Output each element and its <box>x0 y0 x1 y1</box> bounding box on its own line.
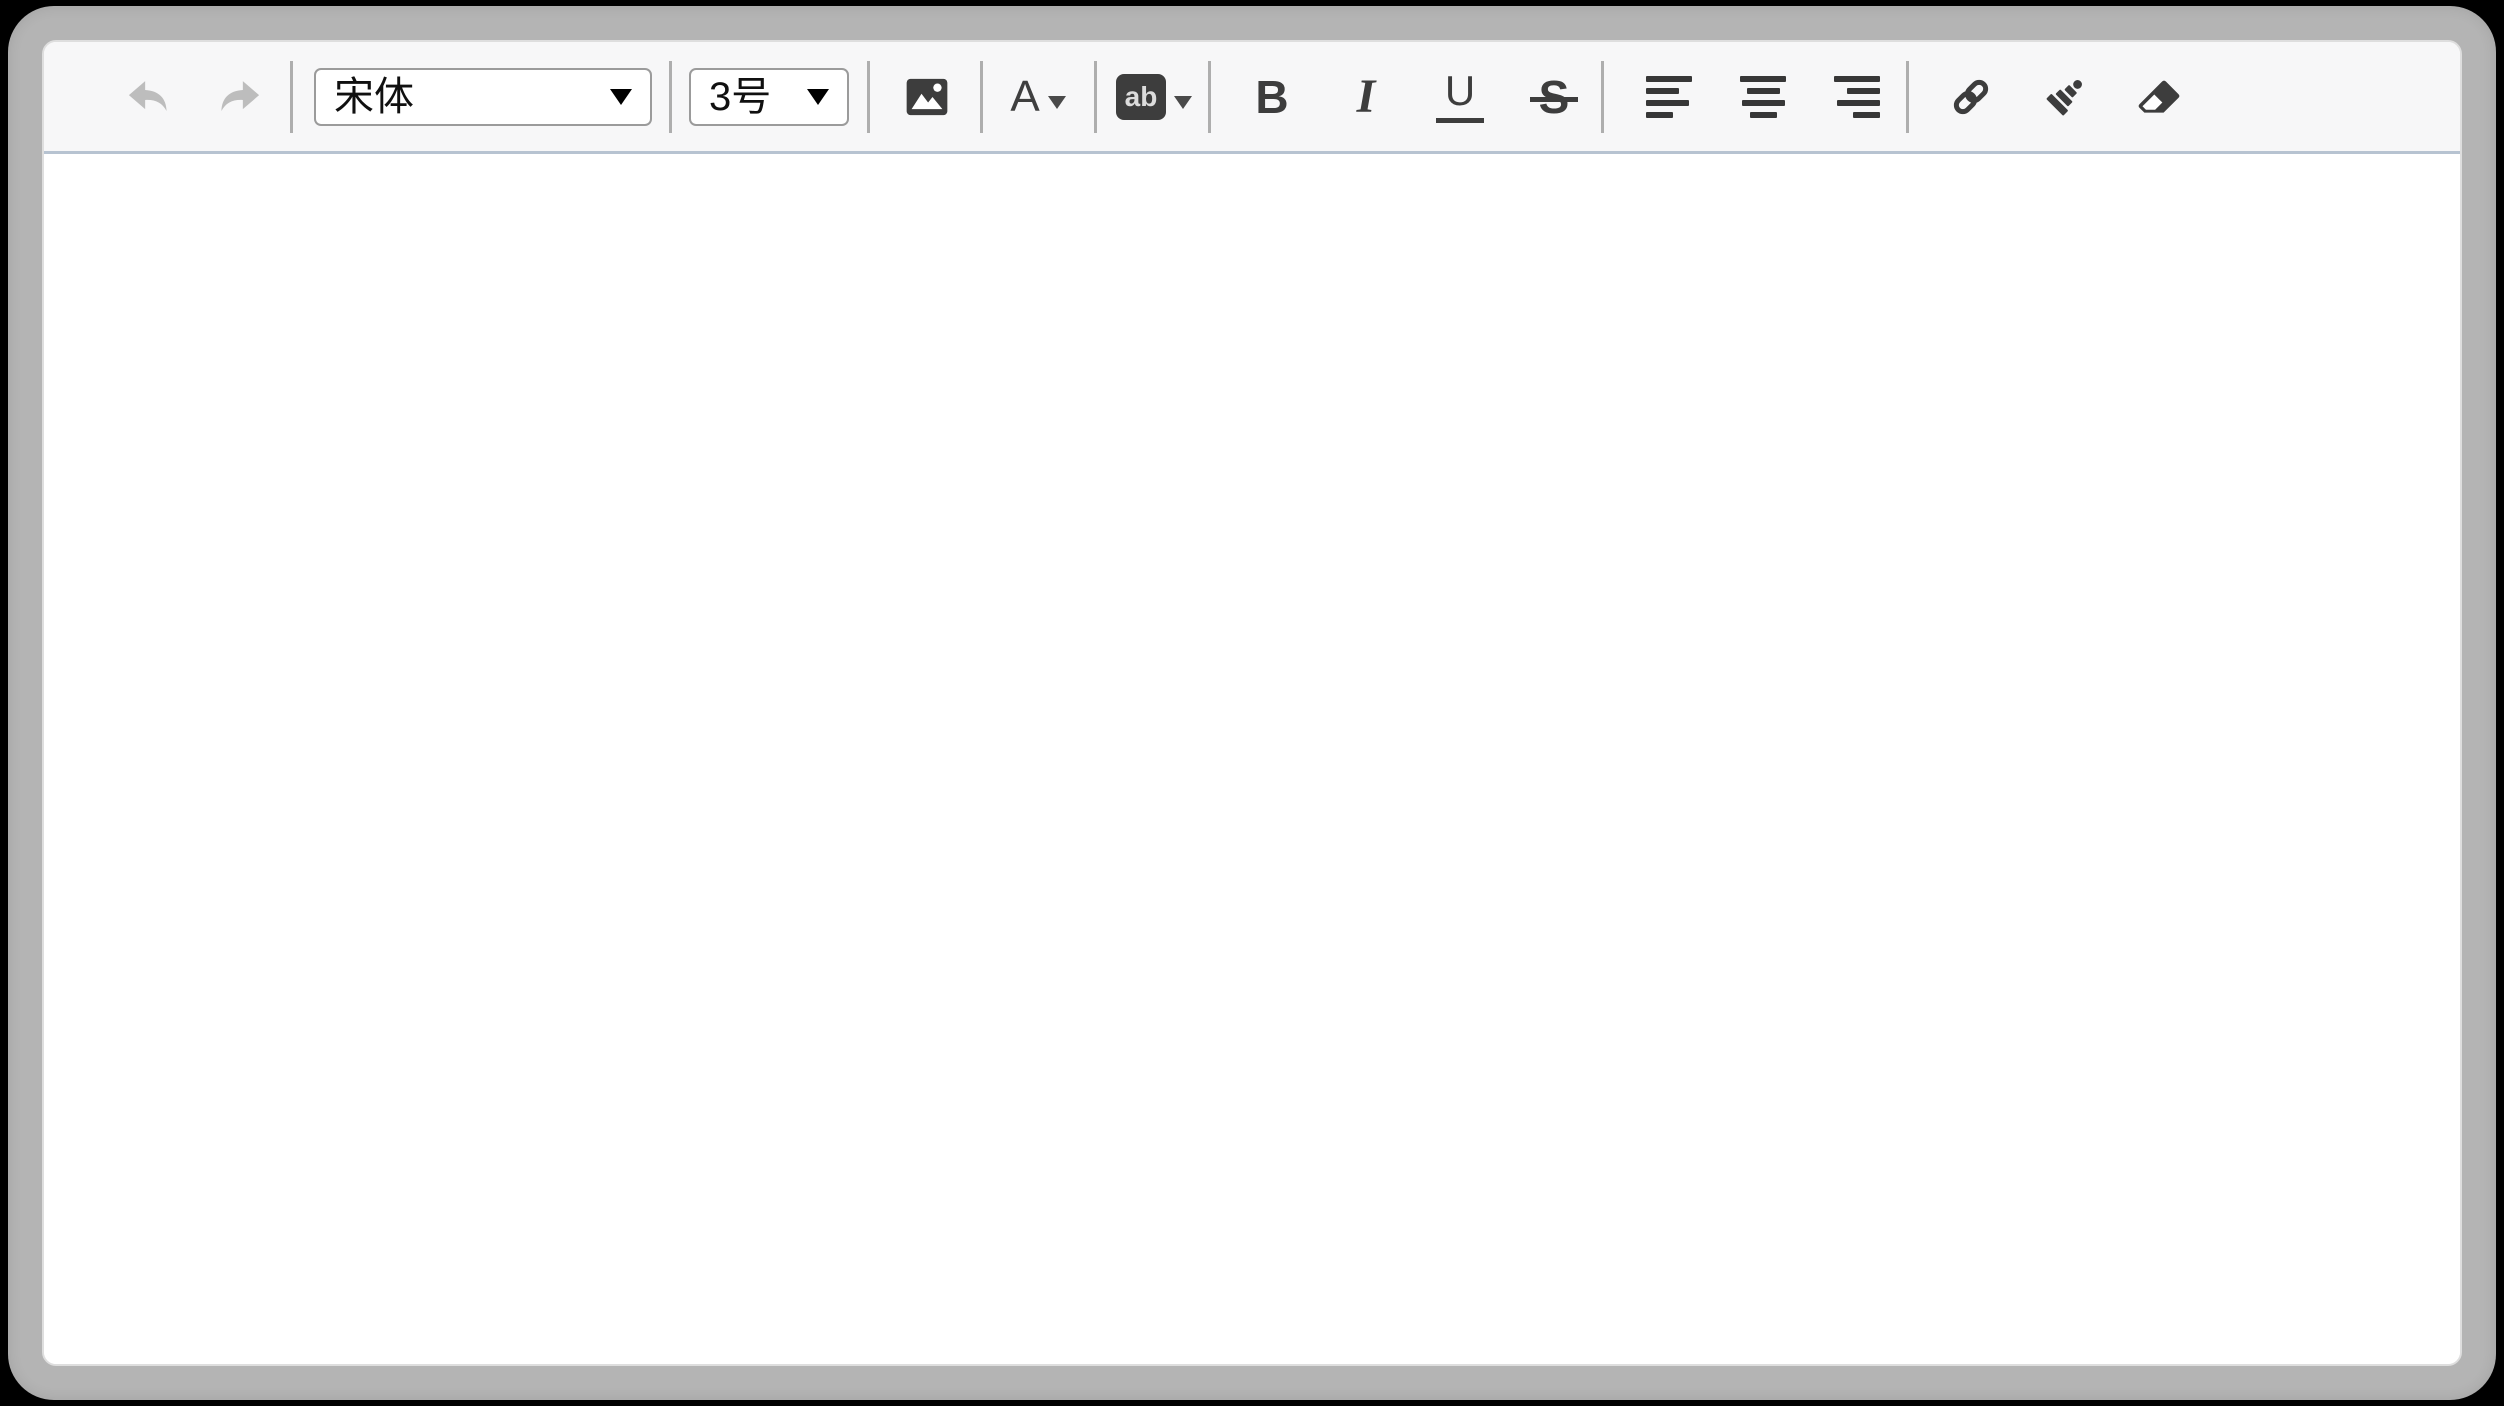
highlight-color-icon: ab <box>1116 74 1192 120</box>
font-family-select[interactable]: 宋体 <box>314 68 652 126</box>
dropdown-caret-icon <box>1048 96 1066 109</box>
link-icon <box>1948 74 1994 120</box>
font-size-value: 3号 <box>709 77 771 117</box>
toolbar-separator <box>669 61 672 133</box>
font-family-value: 宋体 <box>334 77 414 117</box>
align-left-button[interactable] <box>1622 50 1716 144</box>
bold-icon: B <box>1255 70 1288 124</box>
toolbar-separator <box>290 61 293 133</box>
eraser-icon <box>2136 74 2182 120</box>
align-center-button[interactable] <box>1716 50 1810 144</box>
editor-content[interactable] <box>44 154 2460 1364</box>
redo-button[interactable] <box>194 50 288 144</box>
dropdown-caret-icon <box>610 89 632 105</box>
font-color-button[interactable]: A <box>991 50 1085 144</box>
undo-icon <box>121 73 173 121</box>
strikethrough-bar <box>1530 97 1579 102</box>
insert-link-button[interactable] <box>1924 50 2018 144</box>
toolbar-separator <box>867 61 870 133</box>
toolbar-separator <box>1906 61 1909 133</box>
underline-bar <box>1436 118 1484 123</box>
font-color-icon: A <box>1010 75 1065 119</box>
editor-panel: 宋体 3号 A <box>42 40 2462 1366</box>
align-center-icon <box>1740 76 1786 118</box>
font-color-label: A <box>1010 75 1039 119</box>
underline-button[interactable]: U <box>1413 50 1507 144</box>
underline-icon: U <box>1436 70 1484 123</box>
italic-icon: I <box>1357 69 1376 124</box>
strikethrough-icon: S <box>1539 74 1570 120</box>
editor-window-frame: 宋体 3号 A <box>8 6 2496 1400</box>
toolbar-separator <box>1208 61 1211 133</box>
align-left-icon <box>1646 76 1692 118</box>
image-icon <box>905 77 949 117</box>
format-brush-icon <box>2042 74 2088 120</box>
bold-button[interactable]: B <box>1225 50 1319 144</box>
underline-label: U <box>1445 70 1475 112</box>
align-right-icon <box>1834 76 1880 118</box>
highlight-ab-badge: ab <box>1116 74 1166 120</box>
editor-toolbar: 宋体 3号 A <box>44 42 2460 154</box>
font-size-select[interactable]: 3号 <box>689 68 849 126</box>
undo-button[interactable] <box>100 50 194 144</box>
clear-format-button[interactable] <box>2112 50 2206 144</box>
highlight-color-button[interactable]: ab <box>1107 50 1201 144</box>
toolbar-separator <box>1094 61 1097 133</box>
format-brush-button[interactable] <box>2018 50 2112 144</box>
highlight-label: ab <box>1125 83 1158 111</box>
toolbar-separator <box>980 61 983 133</box>
toolbar-separator <box>1601 61 1604 133</box>
dropdown-caret-icon <box>1174 96 1192 109</box>
align-right-button[interactable] <box>1810 50 1904 144</box>
insert-image-button[interactable] <box>880 50 974 144</box>
strikethrough-button[interactable]: S <box>1507 50 1601 144</box>
italic-button[interactable]: I <box>1319 50 1413 144</box>
dropdown-caret-icon <box>807 89 829 105</box>
redo-icon <box>215 73 267 121</box>
